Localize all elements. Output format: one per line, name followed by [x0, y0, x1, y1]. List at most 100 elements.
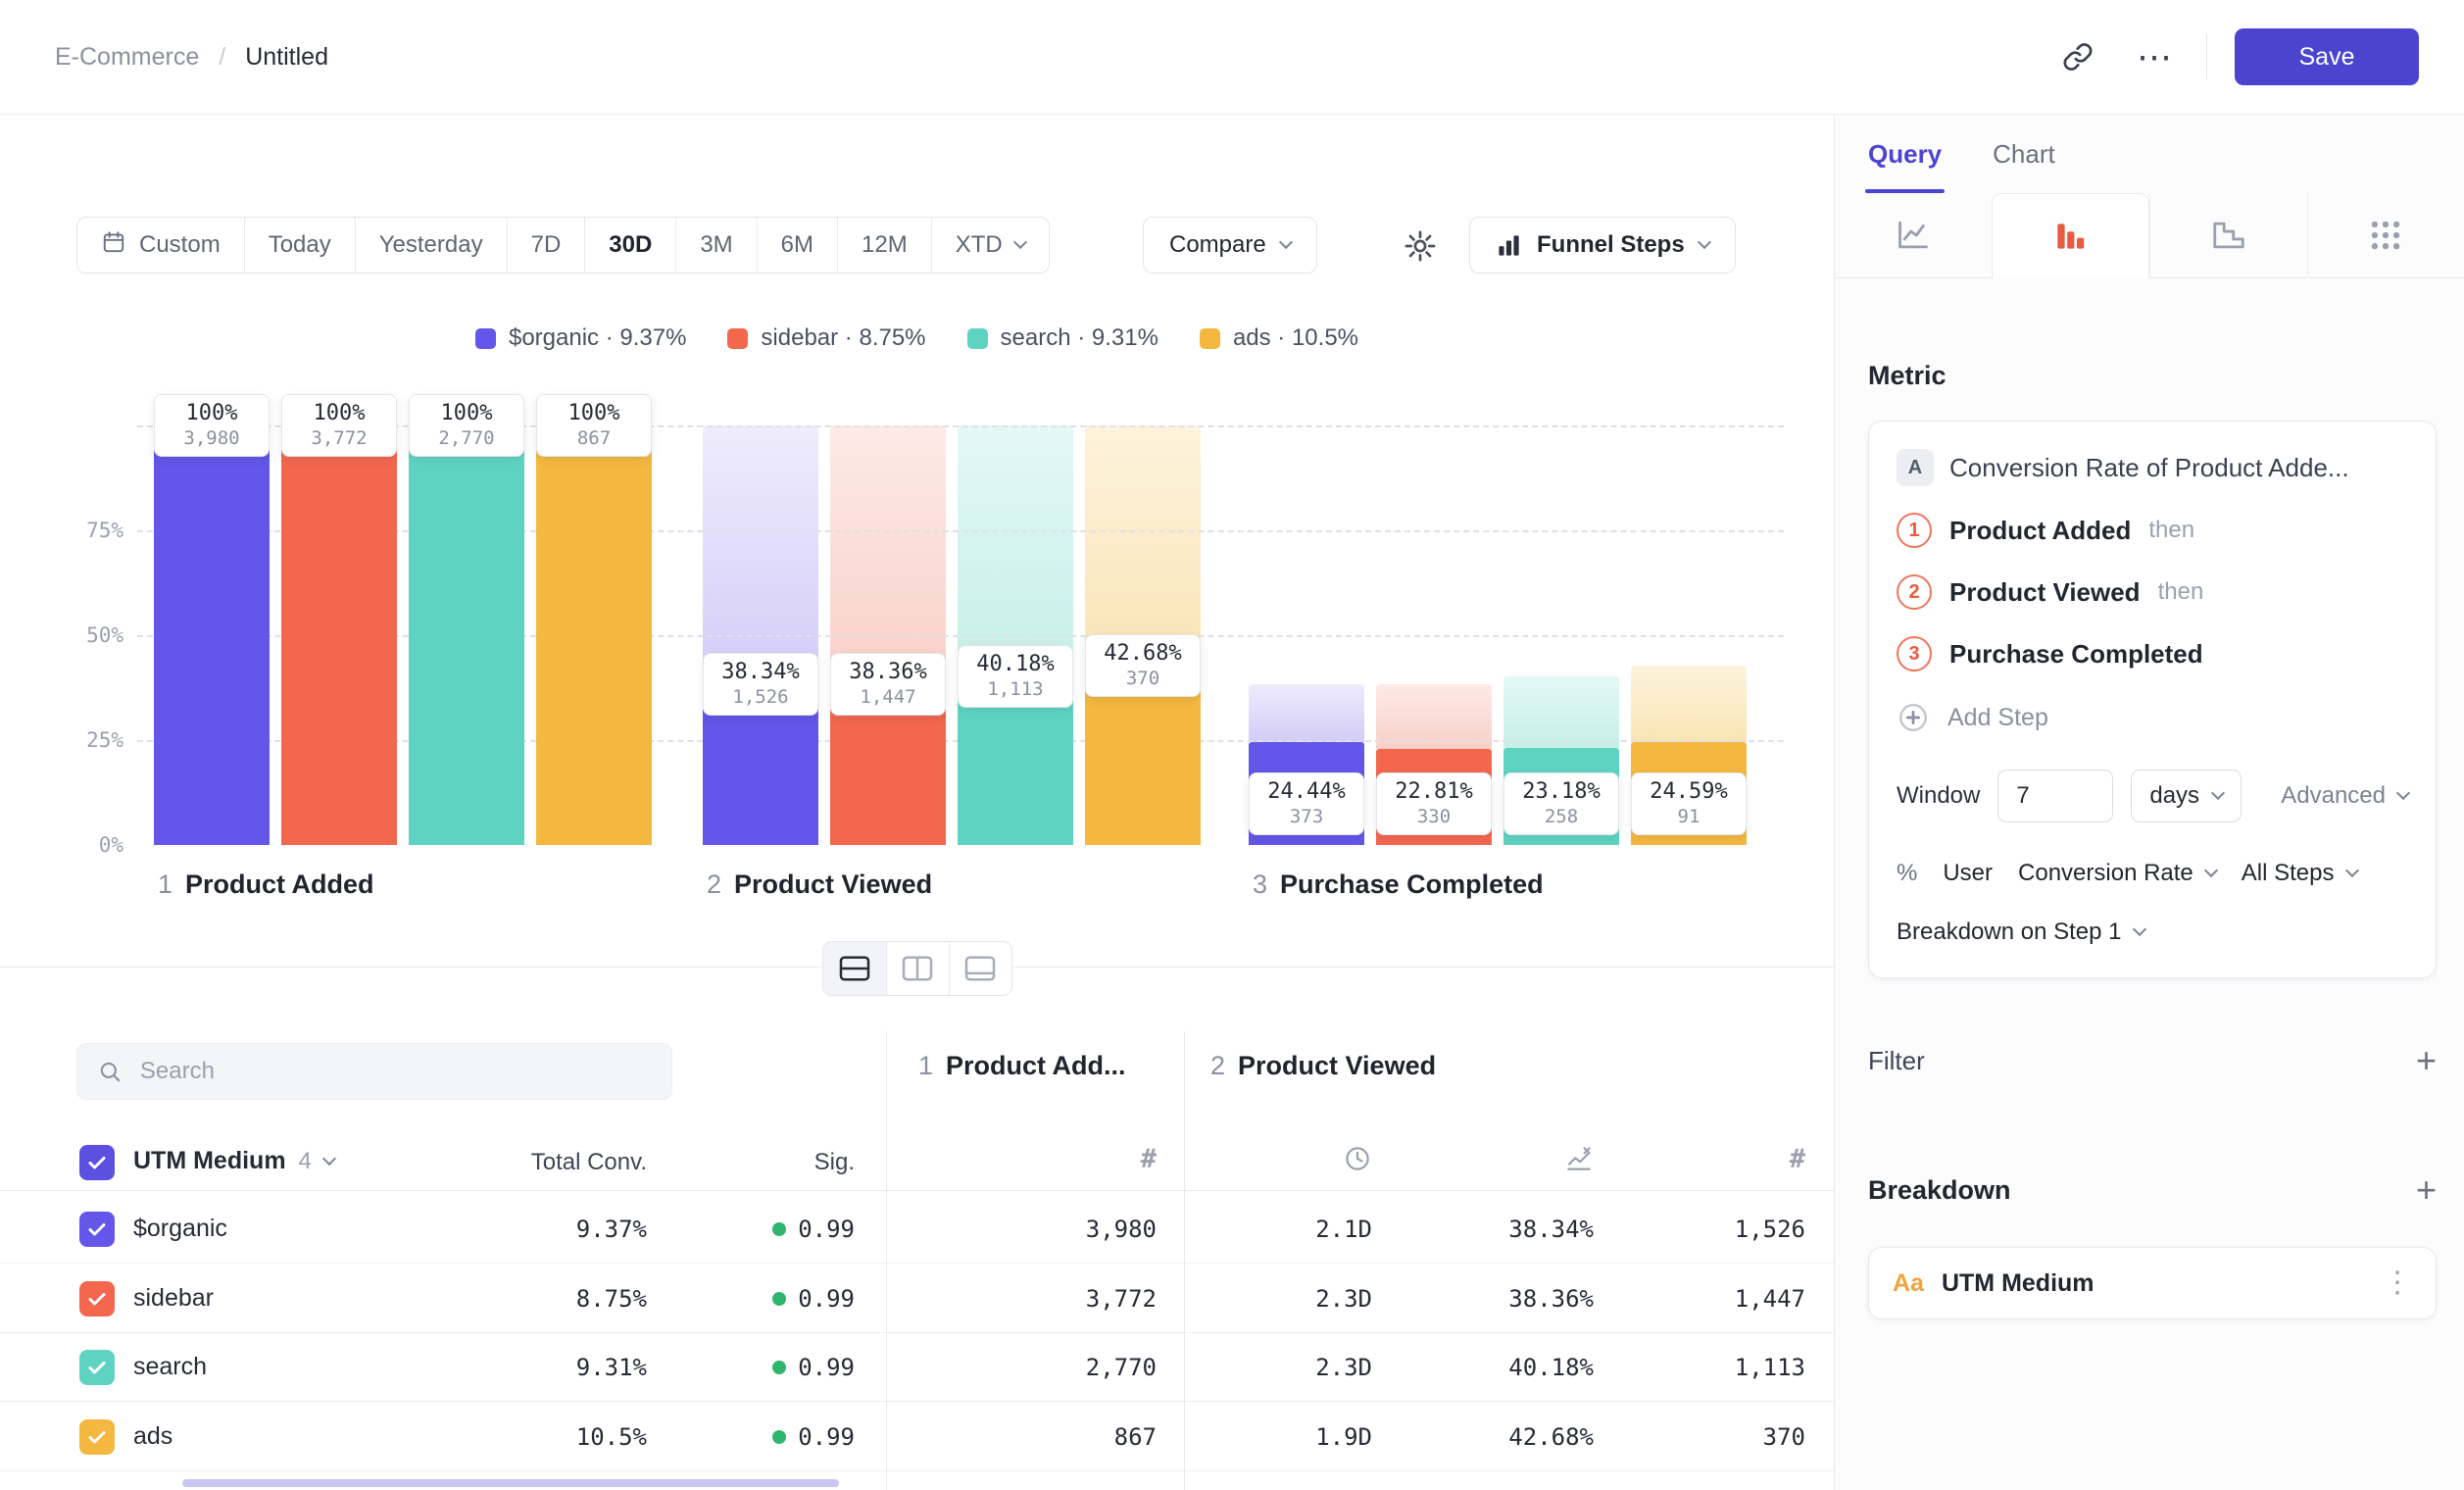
save-button[interactable]: Save: [2235, 28, 2419, 85]
breadcrumb-page-title[interactable]: Untitled: [245, 43, 328, 72]
bar-value-label: 100%867: [536, 394, 652, 457]
row-checkbox[interactable]: [79, 1419, 115, 1455]
step-number-badge: 3: [1897, 636, 1932, 671]
row-label: search: [133, 1353, 207, 1381]
table-row[interactable]: ads10.5%0.998671.9D42.68%370: [0, 1403, 1834, 1471]
split-vertical-icon: [901, 955, 934, 982]
cell-step2-conversion: 42.68%: [1402, 1423, 1594, 1451]
percent-icon: %: [1897, 860, 1917, 887]
row-checkbox[interactable]: [79, 1212, 115, 1247]
significance-value: 0.99: [798, 1423, 855, 1451]
add-step-button[interactable]: Add Step: [1897, 701, 2408, 734]
funnel-step-label: 3 Purchase Completed: [1253, 869, 1544, 900]
line-chart-icon: [1895, 217, 1932, 254]
window-unit-select[interactable]: days: [2131, 770, 2242, 822]
breakdown-step-label: Breakdown on Step 1: [1897, 919, 2122, 946]
tab-chart[interactable]: Chart: [1993, 115, 2055, 193]
breadcrumb: E-Commerce / Untitled: [55, 43, 328, 72]
topbar: E-Commerce / Untitled ⋯ Save: [0, 0, 2464, 115]
advanced-toggle[interactable]: Advanced: [2281, 782, 2408, 810]
chart-type-tab-funnel[interactable]: [1992, 193, 2150, 278]
bar-pct-label: 38.36%: [831, 659, 945, 686]
bar-value-label: 38.36%1,447: [830, 653, 946, 716]
breadcrumb-project[interactable]: E-Commerce: [55, 43, 199, 72]
chevron-down-icon: [2204, 864, 2218, 877]
sidebar-tabs: Query Chart: [1835, 115, 2464, 193]
cell-step1-count: 2,770: [902, 1354, 1157, 1381]
metric-title[interactable]: Conversion Rate of Product Adde...: [1949, 453, 2349, 483]
funnel-bar[interactable]: [409, 425, 524, 845]
metric-badge: A: [1897, 449, 1934, 486]
layout-split-horizontal-button[interactable]: [823, 942, 886, 995]
step-number: 1: [158, 869, 172, 900]
significance-dot: [772, 1430, 786, 1444]
cell-significance: 0.99: [647, 1216, 855, 1243]
row-checkbox[interactable]: [79, 1281, 115, 1316]
cell-step2-count: 1,447: [1627, 1285, 1805, 1313]
step-name: Purchase Completed: [1280, 869, 1544, 900]
chart-type-tab-retention[interactable]: [2149, 193, 2307, 277]
metric-step-row[interactable]: 2Product Viewedthen: [1897, 574, 2408, 610]
conversion-window-row: Window days Advanced: [1897, 770, 2408, 822]
cell-step2-time: 2.1D: [1206, 1216, 1372, 1243]
window-value-input[interactable]: [1997, 770, 2113, 822]
bar-pct-label: 100%: [282, 400, 396, 427]
funnel-bar[interactable]: [536, 425, 652, 845]
measure-scope-select[interactable]: All Steps: [2242, 860, 2357, 887]
tab-query[interactable]: Query: [1868, 115, 1942, 193]
advanced-label: Advanced: [2281, 782, 2386, 810]
metric-card: A Conversion Rate of Product Adde... 1Pr…: [1868, 421, 2437, 978]
step-event-label: Purchase Completed: [1949, 639, 2203, 670]
bar-count-label: 1,447: [831, 686, 945, 709]
metric-step-row[interactable]: 1Product Addedthen: [1897, 513, 2408, 548]
metric-heading: Metric: [1868, 361, 2437, 391]
breakdown-card[interactable]: Aa UTM Medium ⋮: [1868, 1247, 2437, 1319]
significance-dot: [772, 1361, 786, 1374]
metric-step-row[interactable]: 3 Purchase Completed: [1897, 636, 2408, 671]
chart-type-tab-line[interactable]: [1835, 193, 1992, 277]
layout-panel-bottom-button[interactable]: [949, 942, 1011, 995]
cell-step2-time: 2.3D: [1206, 1354, 1372, 1381]
step-name: Product Viewed: [734, 869, 932, 900]
funnel-remainder-bar: [958, 425, 1073, 676]
add-breakdown-button[interactable]: +: [2416, 1172, 2437, 1208]
row-label: sidebar: [133, 1284, 214, 1313]
funnel-bar[interactable]: [281, 425, 397, 845]
bar-pct-label: 100%: [155, 400, 269, 427]
measure-type-select[interactable]: Conversion Rate: [2018, 860, 2216, 887]
share-link-button[interactable]: [2053, 32, 2102, 81]
step-number: 3: [1253, 869, 1267, 900]
chart-type-tab-segmentation[interactable]: [2307, 193, 2464, 277]
funnel-remainder-bar: [830, 425, 946, 684]
bar-value-label: 22.81%330: [1376, 772, 1492, 835]
y-axis-label: 25%: [35, 724, 123, 756]
topbar-actions: ⋯ Save: [2053, 28, 2419, 85]
table-row[interactable]: $organic9.37%0.993,9802.1D38.34%1,526: [0, 1195, 1834, 1264]
funnel-remainder-bar: [1249, 684, 1364, 742]
filter-heading: Filter: [1868, 1046, 1925, 1076]
table-column-divider: [886, 1031, 887, 1490]
kebab-menu-icon[interactable]: ⋮: [2383, 1268, 2412, 1298]
table-row[interactable]: search9.31%0.992,7702.3D40.18%1,113: [0, 1333, 1834, 1402]
cell-step2-count: 370: [1627, 1423, 1805, 1451]
cell-step2-conversion: 38.34%: [1402, 1216, 1594, 1243]
significance-dot: [772, 1292, 786, 1306]
bar-pct-label: 24.59%: [1632, 778, 1746, 806]
layout-split-vertical-button[interactable]: [886, 942, 949, 995]
bar-count-label: 370: [1086, 668, 1200, 690]
main-panel: CustomTodayYesterday7D30D3M6M12MXTD Comp…: [0, 115, 1834, 1490]
breakdown-step-select[interactable]: Breakdown on Step 1: [1897, 919, 2408, 946]
link-icon: [2061, 40, 2094, 74]
more-menu-button[interactable]: ⋯: [2130, 32, 2179, 81]
table-row[interactable]: sidebar8.75%0.993,7722.3D38.36%1,447: [0, 1265, 1834, 1333]
add-filter-button[interactable]: +: [2416, 1043, 2437, 1078]
measure-user-label[interactable]: User: [1943, 860, 1993, 887]
breakdown-property-label: UTM Medium: [1942, 1269, 2365, 1298]
funnel-bar[interactable]: [154, 425, 270, 845]
step-number-badge: 1: [1897, 513, 1932, 548]
row-checkbox[interactable]: [79, 1350, 115, 1385]
cell-step1-count: 867: [902, 1423, 1157, 1451]
cell-step2-time: 2.3D: [1206, 1285, 1372, 1313]
horizontal-scrollbar[interactable]: [182, 1479, 839, 1487]
bar-value-label: 40.18%1,113: [958, 645, 1073, 708]
